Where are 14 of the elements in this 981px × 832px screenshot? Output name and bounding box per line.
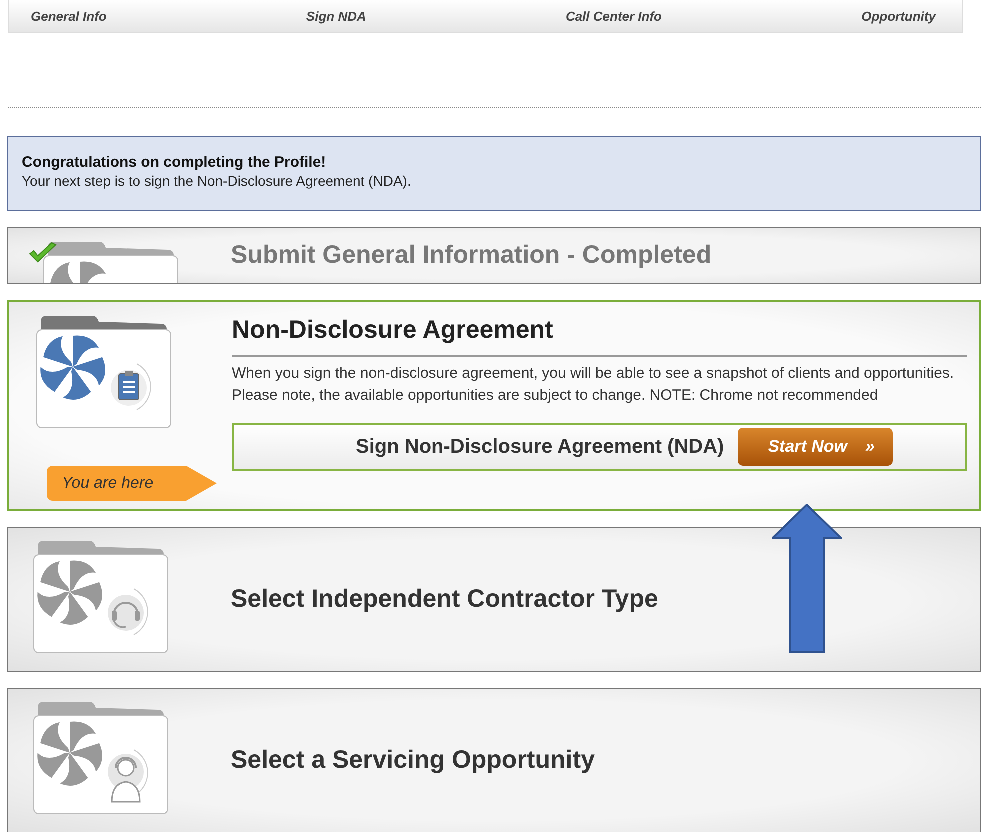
progress-step-label: Sign NDA (306, 8, 366, 24)
step-title: Select Independent Contractor Type (231, 585, 658, 614)
progress-step-label: General Info (31, 8, 107, 24)
step-title: Non-Disclosure Agreement (232, 316, 967, 357)
you-are-here-tag: You are here (47, 466, 217, 501)
progress-step-label: Opportunity (862, 8, 936, 24)
start-now-button[interactable]: Start Now » (738, 428, 893, 466)
notice-message: Your next step is to sign the Non-Disclosure Agreement (NDA). (22, 173, 412, 189)
notice-title: Congratulations on completing the Profile! (22, 154, 328, 171)
action-label: Sign Non-Disclosure Agreement (NDA) (356, 436, 724, 458)
step-title: Submit General Information - Completed (231, 241, 712, 270)
progress-step-label: Call Center Info (566, 8, 662, 24)
step-description: When you sign the non-disclosure agreement, you will be able to see a snapshot of clients and opportunities. Please note, the available opportunities are subject to change. NOTE: Chrome not recommended (232, 364, 956, 406)
step-title: Select a Servicing Opportunity (231, 746, 595, 775)
